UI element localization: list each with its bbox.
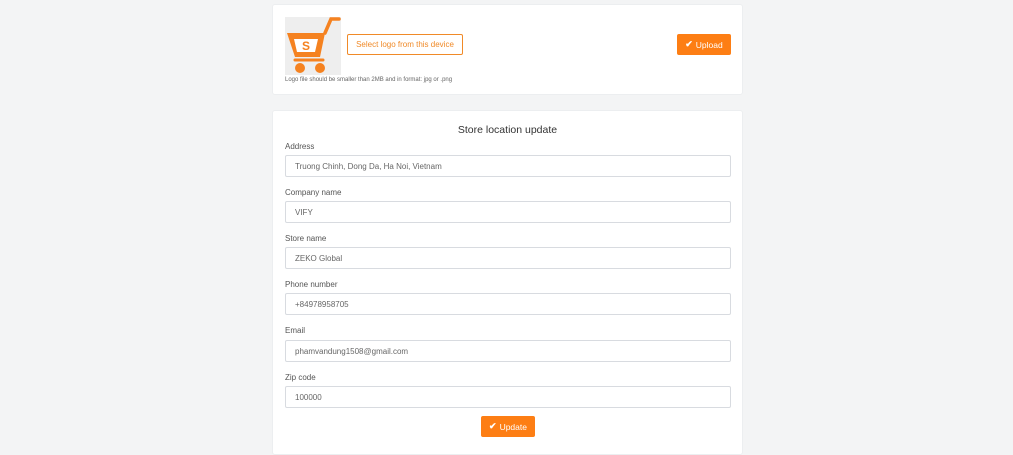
zip-code-label: Zip code — [285, 373, 316, 382]
logo-upload-card: S Select logo from this device Logo file… — [272, 4, 743, 95]
upload-button-label: Upload — [695, 39, 723, 50]
address-label: Address — [285, 142, 315, 151]
email-input[interactable] — [285, 340, 731, 362]
address-input[interactable] — [285, 155, 731, 177]
store-logo: S — [285, 17, 341, 75]
update-button-label: Update — [499, 421, 527, 432]
form-title: Store location update — [457, 124, 558, 136]
store-name-label: Store name — [285, 234, 327, 243]
check-icon: ✔ — [489, 421, 497, 431]
store-name-input[interactable] — [285, 247, 731, 269]
phone-number-input[interactable] — [285, 293, 731, 315]
logo-letter: S — [302, 39, 310, 53]
upload-button[interactable]: ✔ Upload — [677, 34, 731, 55]
shopping-cart-icon: S — [285, 17, 341, 75]
company-name-input[interactable] — [285, 201, 731, 223]
company-name-label: Company name — [285, 188, 342, 197]
email-label: Email — [285, 326, 306, 335]
check-icon: ✔ — [685, 39, 693, 49]
select-logo-button[interactable]: Select logo from this device — [347, 34, 463, 55]
zip-code-input[interactable] — [285, 386, 731, 408]
logo-hint-text: Logo file should be smaller than 2MB and… — [285, 77, 453, 83]
phone-number-label: Phone number — [285, 280, 338, 289]
store-location-form: Store location update Address Company na… — [272, 110, 743, 455]
update-button[interactable]: ✔ Update — [481, 416, 535, 437]
